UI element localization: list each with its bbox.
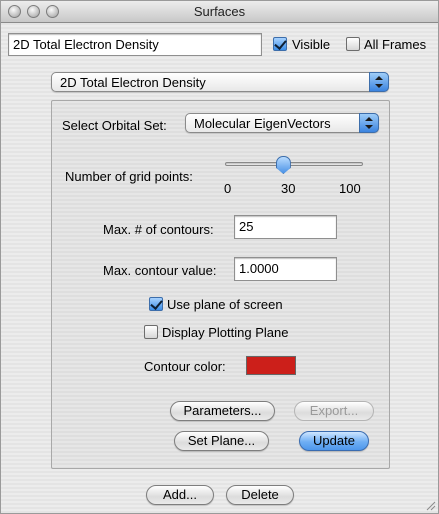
surfaces-window: Surfaces 2D Total Electron Density Visib…: [0, 0, 439, 514]
delete-button[interactable]: Delete: [226, 485, 294, 505]
resize-grip-icon[interactable]: [424, 499, 436, 511]
max-contour-value-field[interactable]: 1.0000: [234, 257, 337, 281]
contour-color-label: Contour color:: [144, 359, 226, 374]
add-button[interactable]: Add...: [146, 485, 214, 505]
grid-tick-mid: 30: [281, 181, 296, 196]
popup-arrows-icon: [369, 72, 389, 92]
grid-tick-min: 0: [224, 181, 232, 196]
parameters-button[interactable]: Parameters...: [170, 401, 275, 421]
display-plotting-plane-label: Display Plotting Plane: [162, 325, 289, 340]
visible-checkbox[interactable]: [273, 37, 287, 51]
use-plane-of-screen-label: Use plane of screen: [167, 297, 283, 312]
window-title: Surfaces: [193, 4, 246, 19]
surface-type-popup[interactable]: 2D Total Electron Density: [51, 72, 389, 92]
max-contours-label: Max. # of contours:: [103, 222, 214, 237]
grid-tick-max: 100: [339, 181, 361, 196]
orbital-set-selected: Molecular EigenVectors: [194, 116, 331, 131]
grid-points-label: Number of grid points:: [65, 169, 193, 184]
update-button[interactable]: Update: [299, 431, 369, 451]
popup-arrows-icon: [359, 113, 379, 133]
grid-points-slider[interactable]: [225, 162, 363, 166]
orbital-set-popup[interactable]: Molecular EigenVectors: [185, 113, 379, 133]
contour-color-swatch[interactable]: [246, 356, 296, 375]
all-frames-label: All Frames: [364, 37, 427, 52]
title-bar[interactable]: Surfaces: [1, 1, 438, 23]
max-contours-field[interactable]: 25: [234, 215, 337, 239]
surface-type-selected: 2D Total Electron Density: [60, 75, 206, 90]
visible-label: Visible: [292, 37, 331, 52]
all-frames-checkbox[interactable]: [346, 37, 360, 51]
max-contour-value-label: Max. contour value:: [103, 263, 217, 278]
display-plotting-plane-checkbox[interactable]: [144, 325, 158, 339]
set-plane-button[interactable]: Set Plane...: [174, 431, 269, 451]
use-plane-of-screen-checkbox[interactable]: [149, 297, 163, 311]
export-button[interactable]: Export...: [294, 401, 374, 421]
surface-name-field[interactable]: 2D Total Electron Density: [8, 33, 262, 56]
orbital-set-label: Select Orbital Set:: [62, 118, 167, 133]
